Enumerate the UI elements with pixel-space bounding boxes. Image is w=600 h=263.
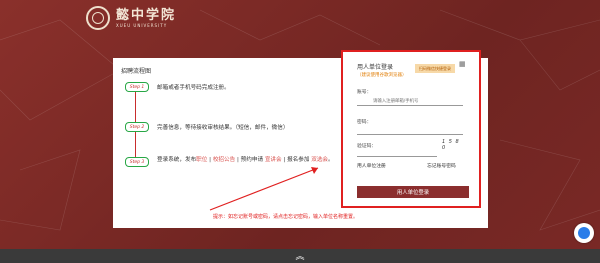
wechat-login-tag[interactable]: 扫码微信快捷登录 [415,64,455,73]
link-seminar[interactable]: 宣讲会 [265,157,282,163]
link-job[interactable]: 职位 [196,157,207,163]
step-badge: Step 3 [125,157,149,167]
service-icon-inner [578,227,590,239]
process-steps: Step 1 邮箱或者手机号码完成注册。 Step 2 完善信息，等待接收审核结… [119,82,339,182]
forgot-hint: 提示：如忘记账号或密码，请点击忘记密码，输入单位名称重置。 [213,214,359,220]
logo-emblem-icon [86,6,110,30]
sep: | 预约申请 [235,157,265,163]
login-button[interactable]: 用人单位登录 [357,186,469,198]
step-badge: Step 1 [125,82,149,92]
logo-name-en: XUEU UNIVERSITY [116,22,168,28]
step-text-pre: 登录系统，发布 [157,157,197,163]
captcha-input[interactable] [357,148,437,157]
logo-text: 懿中学院 XUEU UNIVERSITY [116,9,176,28]
password-input[interactable] [357,126,463,135]
account-label: 账号： [357,90,372,95]
process-title: 招聘流程图 [121,68,152,75]
step-text: 登录系统，发布职位 | 校招公告 | 预约申请 宣讲会 | 报名参加 双选会。 [157,157,337,165]
step-text: 邮箱或者手机号码完成注册。 [157,85,230,91]
register-link[interactable]: 用人单位注册 [357,162,386,169]
qr-code-icon[interactable]: ▦ [459,60,471,72]
captcha-image[interactable]: 1 5 8 0 [442,139,464,151]
sep: | 报名参加 [281,157,312,163]
password-label: 密码： [357,120,372,125]
double-chevron-up-icon[interactable]: ︽ [293,249,307,262]
link-campus-notice[interactable]: 校招公告 [213,157,235,163]
step-text: 完善信息，等待接收审核结果。（短信，邮件，微信） [157,125,289,131]
login-title: 用人单位登录 [357,64,394,71]
step-3: Step 3 登录系统，发布职位 | 校招公告 | 预约申请 宣讲会 | 报名参… [125,157,337,167]
customer-service-icon[interactable] [574,223,594,243]
login-box: 用人单位登录 （建议使用谷歌浏览器） 扫码微信快捷登录 ▦ 账号： 密码： 验证… [341,50,481,208]
logo-name-cn: 懿中学院 [116,7,177,23]
step-1: Step 1 邮箱或者手机号码完成注册。 [125,82,230,92]
university-logo[interactable]: 懿中学院 XUEU UNIVERSITY [86,6,176,30]
step-text-tail: 。 [328,157,334,163]
step-badge: Step 2 [125,122,149,132]
account-input[interactable] [357,97,463,106]
forgot-password-link[interactable]: 忘记账号密码 [427,162,456,169]
step-2: Step 2 完善信息，等待接收审核结果。（短信，邮件，微信） [125,122,288,132]
link-job-fair[interactable]: 双选会 [311,157,328,163]
login-subtitle: （建议使用谷歌浏览器） [357,73,407,78]
